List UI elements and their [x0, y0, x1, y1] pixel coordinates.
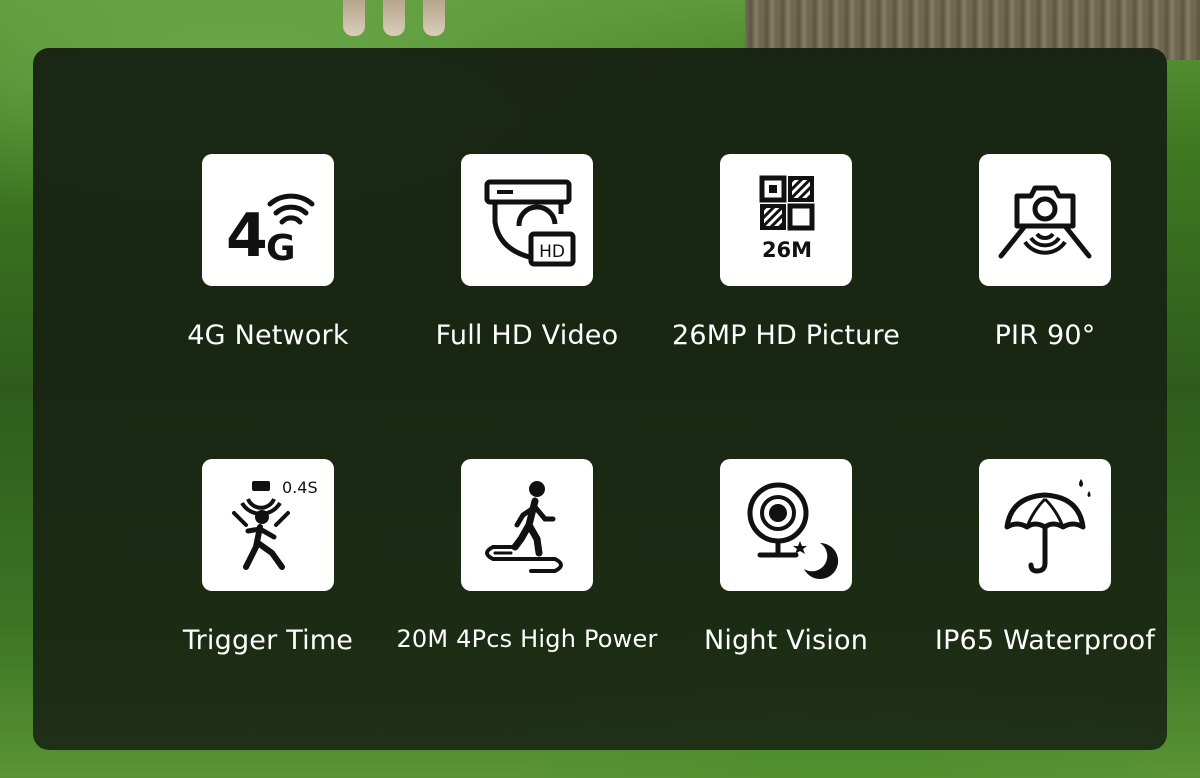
feature-label: IP65 Waterproof	[934, 625, 1156, 656]
4g-letter-text: G	[266, 228, 296, 269]
feature-label: Night Vision	[703, 625, 869, 656]
feature-label: 20M 4Pcs High Power	[396, 625, 658, 653]
feature-ip65-waterproof: IP65 Waterproof	[900, 459, 1190, 656]
feature-label: PIR 90°	[994, 320, 1096, 351]
icon-tile	[979, 154, 1111, 286]
feature-panel: 4 G 4G Network HD Full HD Video 26M 26MP…	[33, 48, 1167, 750]
icon-tile	[979, 459, 1111, 591]
26m-text: 26M	[762, 238, 812, 262]
megapixel-grid-icon: 26M	[759, 175, 815, 262]
night-vision-webcam-icon	[747, 482, 839, 579]
feature-trigger-time: 0.4S Trigger Time	[123, 459, 413, 656]
icon-tile: 4 G	[202, 154, 334, 286]
feature-label: 26MP HD Picture	[671, 320, 901, 351]
feature-20m-4pcs-high-power: 20M 4Pcs High Power	[382, 459, 672, 653]
icon-tile: HD	[461, 154, 593, 286]
feature-label: 4G Network	[187, 320, 349, 351]
feature-label: Full HD Video	[435, 320, 619, 351]
pir-sensor-camera-icon	[998, 185, 1092, 259]
icon-tile	[461, 459, 593, 591]
icon-tile: 0.4S	[202, 459, 334, 591]
feature-4g-network: 4 G 4G Network	[123, 154, 413, 351]
deer-legs-background	[335, 0, 465, 40]
hd-camera-icon: HD	[484, 179, 576, 267]
feature-label: Trigger Time	[182, 625, 354, 656]
4g-digit-text: 4	[226, 201, 268, 271]
icon-tile	[720, 459, 852, 591]
feature-night-vision: Night Vision	[641, 459, 931, 656]
hd-badge-text: HD	[539, 242, 565, 262]
trigger-time-text: 0.4S	[282, 478, 318, 497]
4g-signal-icon: 4 G	[226, 193, 315, 271]
umbrella-rain-icon	[1004, 479, 1091, 574]
feature-pir-90: PIR 90°	[900, 154, 1190, 351]
walking-person-path-icon	[485, 481, 563, 573]
feature-26mp-hd-picture: 26M 26MP HD Picture	[641, 154, 931, 351]
feature-full-hd-video: HD Full HD Video	[382, 154, 672, 351]
trigger-motion-icon: 0.4S	[232, 478, 318, 570]
icon-tile: 26M	[720, 154, 852, 286]
